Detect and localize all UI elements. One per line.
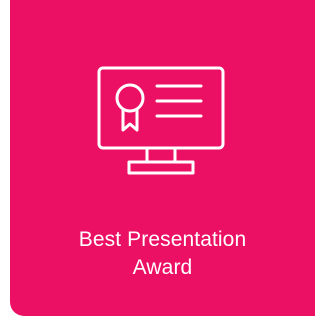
award-title-line-1: Best Presentation: [78, 228, 247, 251]
award-title: Best Presentation Award: [10, 226, 315, 282]
certificate-monitor-icon: [97, 66, 225, 176]
award-title-line-2: Award: [132, 256, 193, 279]
award-card[interactable]: Best Presentation Award: [10, 0, 315, 316]
